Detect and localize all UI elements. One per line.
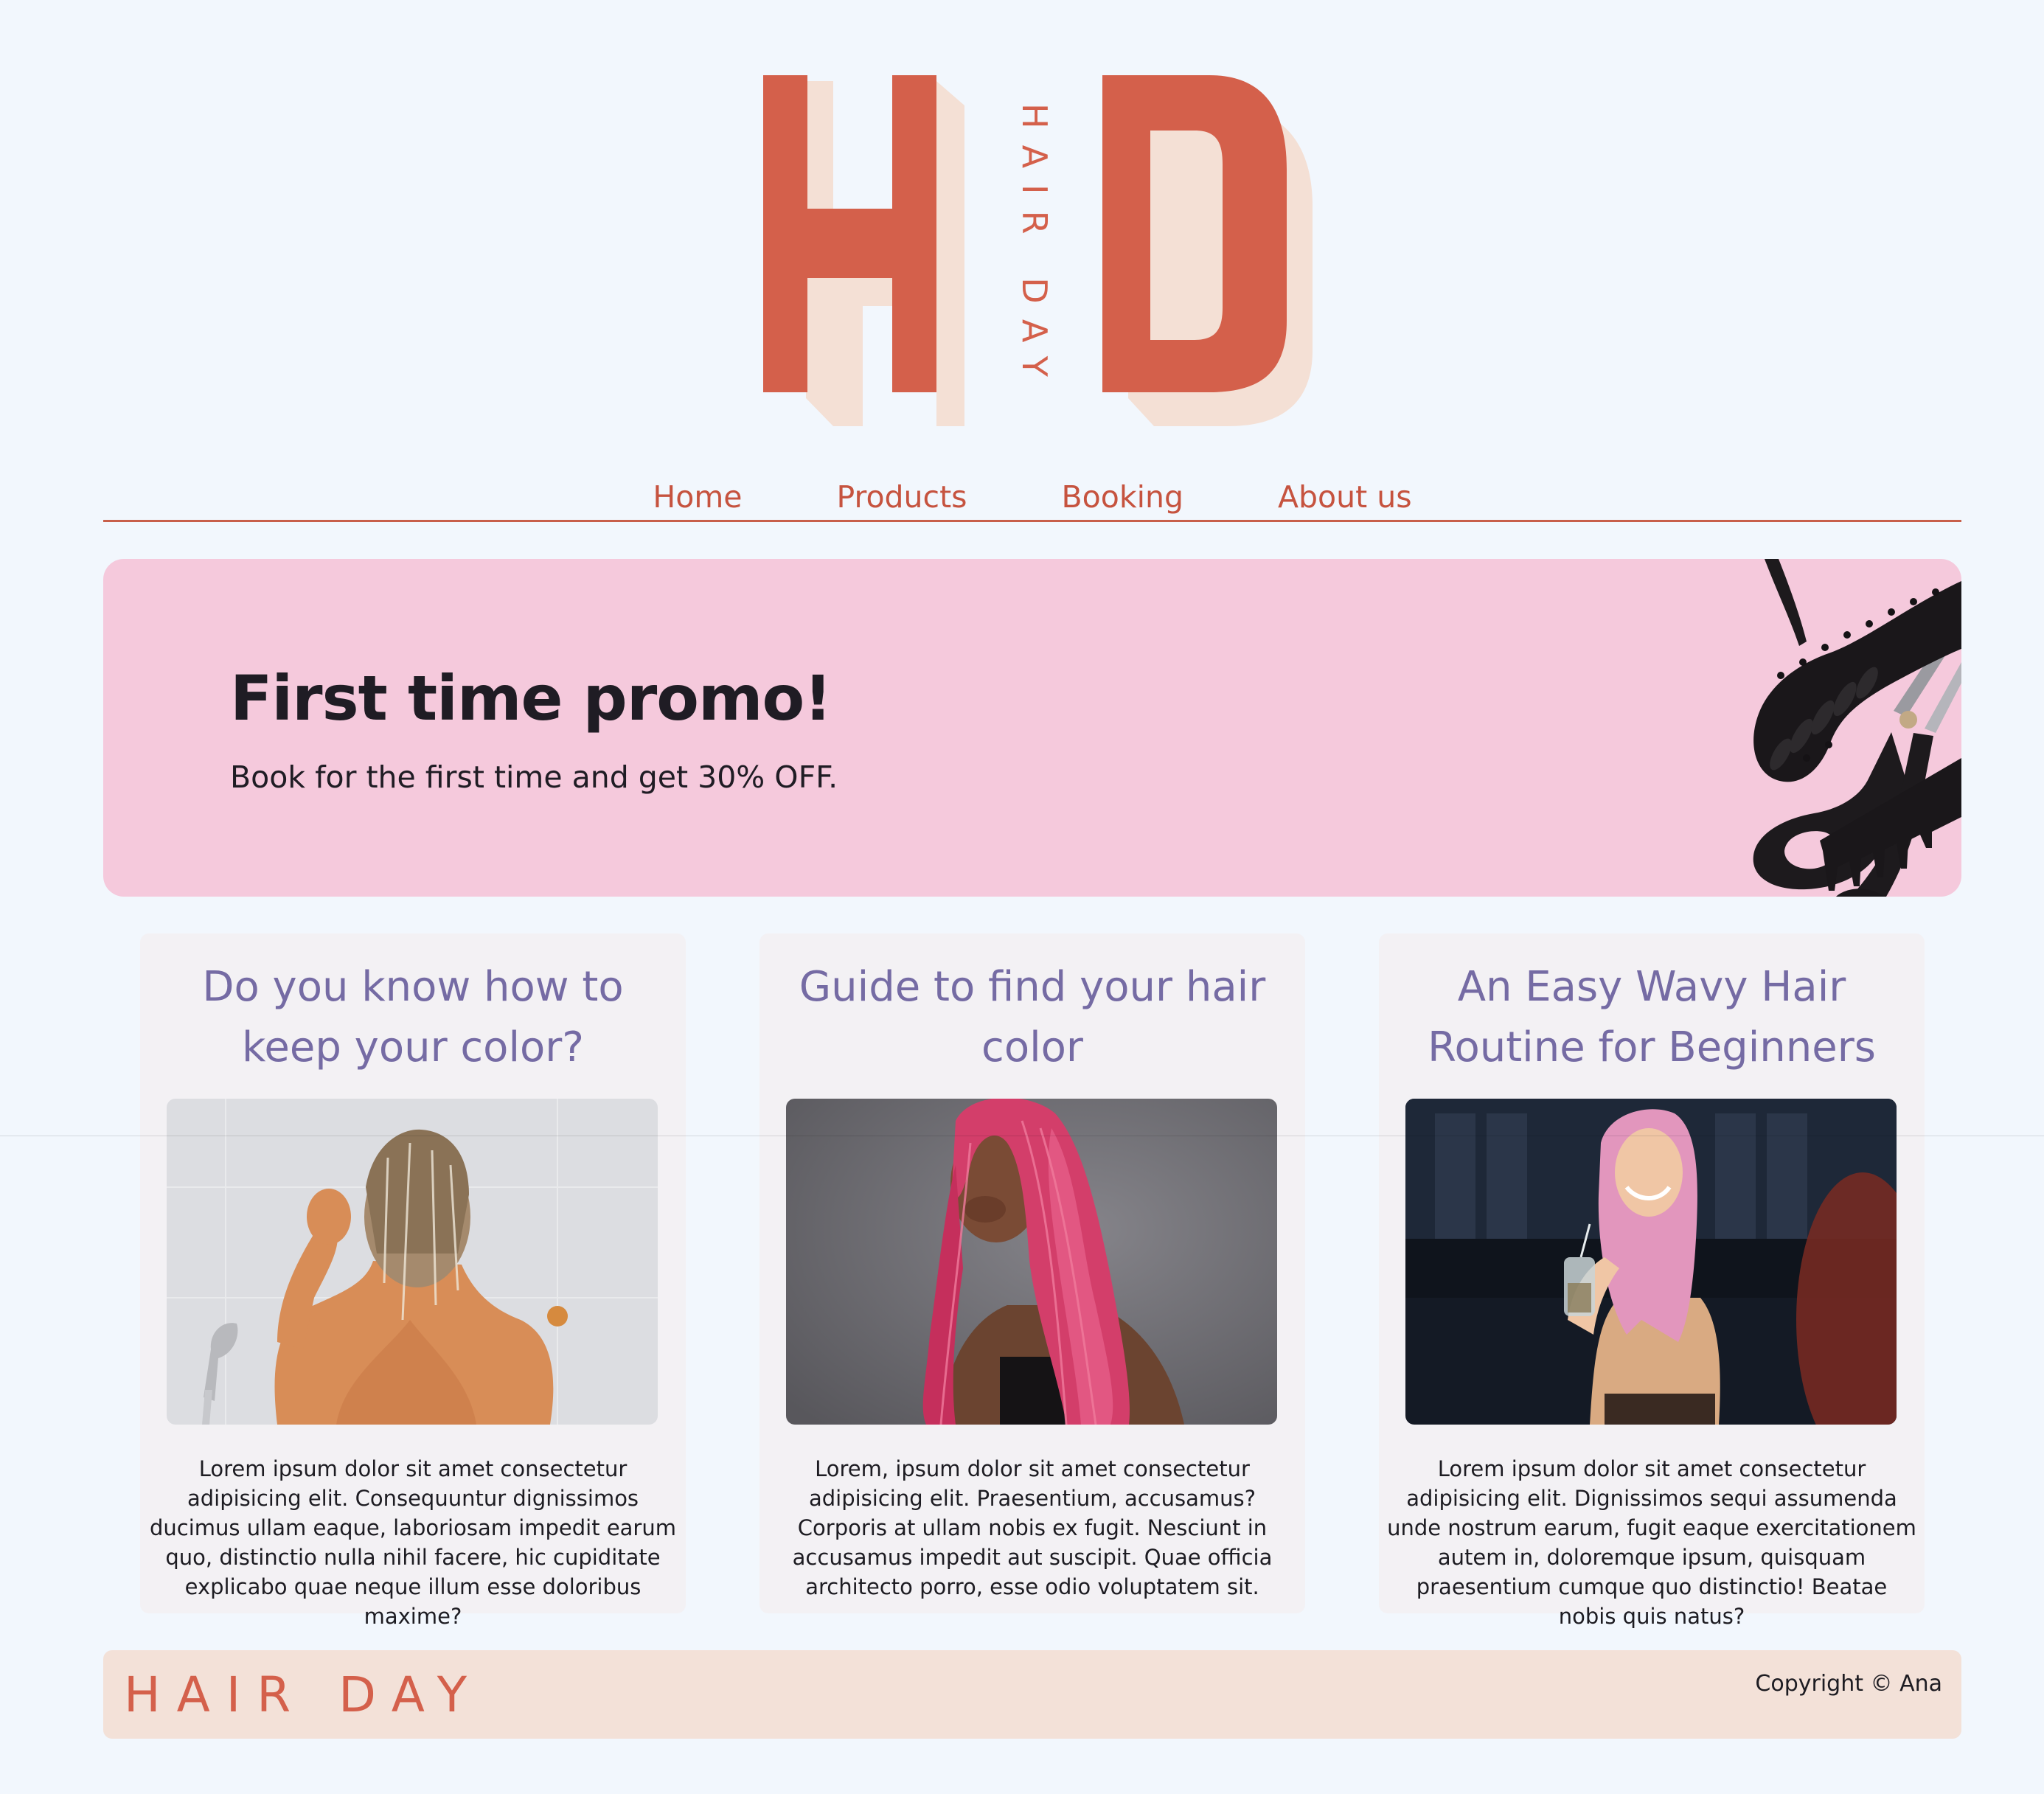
nav-products[interactable]: Products	[836, 479, 967, 515]
nav-booking[interactable]: Booking	[1062, 479, 1183, 515]
footer-copyright: Copyright © Ana	[1755, 1671, 1942, 1697]
footer: HAIR DAY Copyright © Ana	[103, 1650, 1961, 1739]
main-nav: Home Products Booking About us	[103, 465, 1961, 522]
card-title[interactable]: Do you know how to keep your color?	[170, 957, 656, 1082]
hair-tools-image	[1753, 559, 1961, 897]
article-card[interactable]: Do you know how to keep your color? Lore…	[140, 933, 686, 1629]
card-title[interactable]: Guide to find your hair color	[789, 957, 1276, 1082]
promo-title: First time promo!	[230, 662, 832, 734]
woman-in-shower-photo	[167, 1099, 658, 1425]
logo-vertical-text: HAIR DAY	[1015, 103, 1054, 393]
nav-about-us[interactable]: About us	[1278, 479, 1412, 515]
promo-text: Book for the first time and get 30% OFF.	[230, 759, 838, 795]
smiling-woman-pink-hair-photo	[1405, 1099, 1897, 1425]
card-text: Lorem, ipsum dolor sit amet consectetur …	[792, 1456, 1273, 1599]
promo-banner[interactable]: First time promo! Book for the first tim…	[103, 559, 1961, 897]
card-text: Lorem ipsum dolor sit amet consectetur a…	[1387, 1456, 1916, 1629]
footer-brand[interactable]: HAIR DAY	[124, 1666, 483, 1723]
nav-home[interactable]: Home	[653, 479, 742, 515]
article-card[interactable]: An Easy Wavy Hair Routine for Beginners	[1379, 933, 1925, 1629]
article-cards: Do you know how to keep your color? Lore…	[140, 933, 1925, 1629]
page: HAIR DAY Home Products Booking About us …	[0, 0, 2044, 1794]
article-card[interactable]: Guide to find your hair color Lorem, ips…	[759, 933, 1305, 1613]
card-text: Lorem ipsum dolor sit amet consectetur a…	[150, 1456, 676, 1629]
card-title[interactable]: An Easy Wavy Hair Routine for Beginners	[1408, 957, 1895, 1082]
hair-clip-icon	[1765, 559, 1807, 646]
woman-pink-hair-photo	[786, 1099, 1277, 1425]
